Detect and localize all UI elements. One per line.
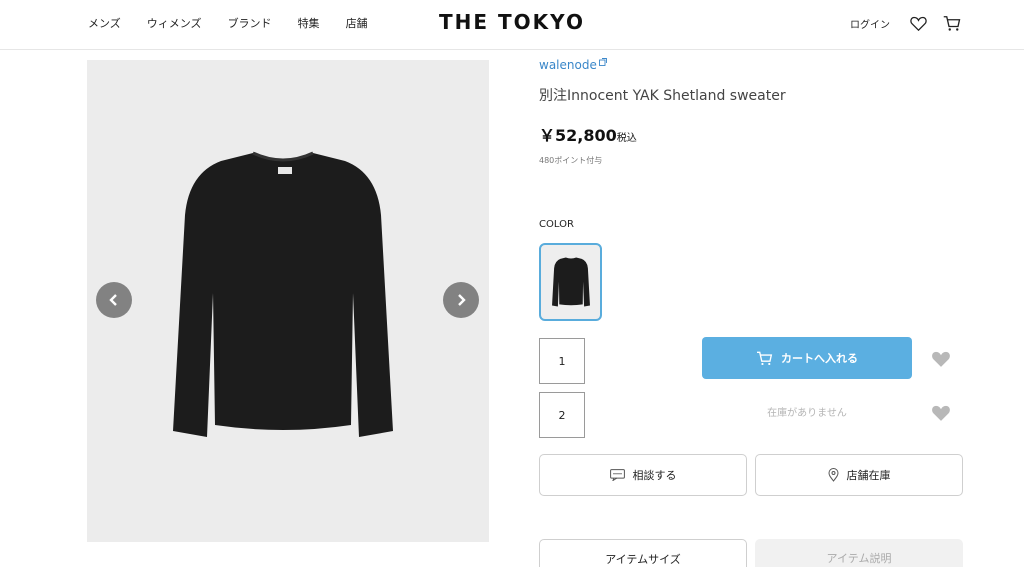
color-label: COLOR — [539, 219, 574, 230]
chat-icon — [609, 469, 625, 481]
product-info: walenode 別注Innocent YAK Shetland sweater… — [539, 58, 963, 567]
product-gallery — [87, 60, 489, 542]
next-image-button[interactable] — [443, 282, 479, 318]
cart-icon — [757, 351, 773, 365]
product-price: ￥52,800税込 — [539, 122, 963, 146]
header-actions: ログイン — [850, 13, 962, 33]
color-swatch-black[interactable] — [539, 243, 602, 321]
quantity-option-1[interactable]: 1 — [539, 338, 585, 384]
location-pin-icon — [827, 468, 839, 482]
store-stock-label: 店舗在庫 — [846, 469, 891, 482]
chevron-right-icon — [458, 294, 466, 306]
out-of-stock-label: 在庫がありません — [767, 408, 847, 419]
tax-label: 税込 — [616, 133, 637, 144]
product-image — [173, 151, 393, 437]
site-header: メンズ ウィメンズ ブランド 特集 店舗 THE TOKYO ログイン — [0, 0, 1024, 50]
points-label: 480ポイント付与 — [539, 156, 603, 165]
swatch-thumbnail — [551, 257, 590, 307]
tab-item-description[interactable]: アイテム説明 — [755, 539, 963, 567]
chevron-left-icon — [109, 294, 117, 306]
cart-icon[interactable] — [942, 13, 962, 33]
brand-link[interactable]: walenode — [539, 58, 963, 72]
login-link[interactable]: ログイン — [850, 16, 890, 31]
brand-name: walenode — [539, 58, 597, 72]
add-to-cart-button[interactable]: カートへ入れる — [702, 337, 912, 379]
favorite-button[interactable] — [930, 402, 952, 424]
heart-icon — [932, 351, 950, 367]
prev-image-button[interactable] — [96, 282, 132, 318]
consult-button[interactable]: 相談する — [539, 454, 747, 496]
external-link-icon — [598, 58, 607, 66]
tab-item-size[interactable]: アイテムサイズ — [539, 539, 747, 567]
heart-icon — [932, 405, 950, 421]
add-to-cart-label: カートへ入れる — [781, 352, 858, 365]
heart-icon[interactable] — [908, 13, 928, 33]
consult-label: 相談する — [632, 469, 677, 482]
favorite-button[interactable] — [930, 348, 952, 370]
store-stock-button[interactable]: 店舗在庫 — [755, 454, 963, 496]
price-value: ￥52,800 — [539, 126, 617, 145]
quantity-option-2[interactable]: 2 — [539, 392, 585, 438]
product-title: 別注Innocent YAK Shetland sweater — [539, 88, 786, 104]
